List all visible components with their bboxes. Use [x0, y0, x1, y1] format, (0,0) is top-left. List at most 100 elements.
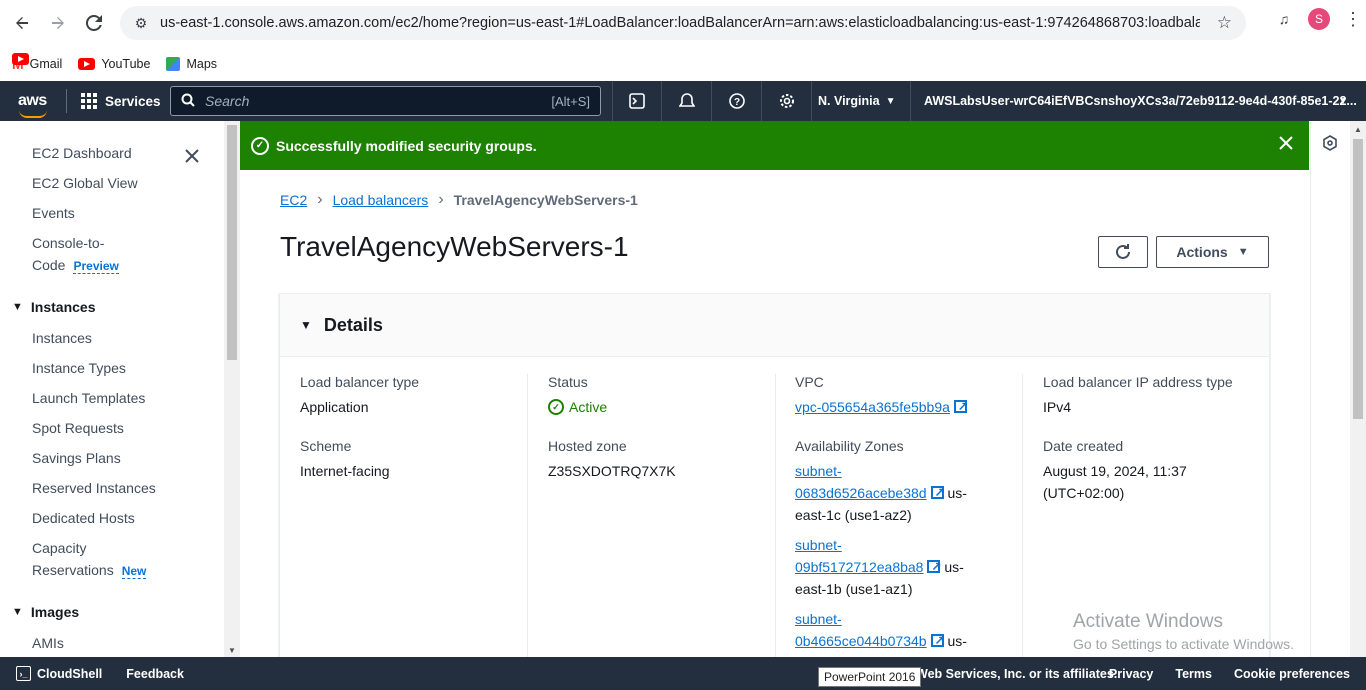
footer-links: Privacy Terms Cookie preferences — [1109, 667, 1350, 681]
youtube-icon — [78, 57, 96, 70]
grid-icon — [81, 93, 97, 109]
privacy-link[interactable]: Privacy — [1109, 667, 1153, 681]
lb-type-value: Application — [300, 399, 369, 415]
section-label: Images — [30, 604, 80, 620]
sidebar-item-console-to-code-line1[interactable]: Console-to- — [32, 235, 104, 251]
breadcrumb: EC2 › Load balancers › TravelAgencyWebSe… — [280, 191, 638, 209]
sidebar-item-ec2-dashboard[interactable]: EC2 Dashboard — [32, 145, 132, 161]
subnet-item: subnet- 0683d6526acebe38d us- east-1c (u… — [795, 460, 1005, 526]
terms-link[interactable]: Terms — [1175, 667, 1212, 681]
sidebar-section-images[interactable]: ▼ Images — [12, 604, 79, 620]
lb-type-key: Load balancer type — [300, 374, 420, 390]
breadcrumb-load-balancers[interactable]: Load balancers — [333, 192, 429, 208]
caret-down-icon: ▼ — [12, 301, 23, 313]
youtube-app-icon[interactable] — [12, 53, 29, 66]
back-icon[interactable] — [4, 5, 40, 41]
sidebar-item-amis[interactable]: AMIs — [32, 635, 64, 651]
main-scrollbar[interactable]: ▲ — [1350, 121, 1366, 657]
sidebar-item-events[interactable]: Events — [32, 205, 75, 221]
info-panel-icon[interactable] — [1322, 135, 1338, 156]
sidebar-item-ec2-global-view[interactable]: EC2 Global View — [32, 175, 138, 191]
breadcrumb-ec2[interactable]: EC2 — [280, 192, 307, 208]
sidebar-item-console-to-code[interactable]: Code Preview — [32, 257, 119, 274]
ip-type-value: IPv4 — [1043, 399, 1072, 415]
details-header[interactable]: ▼ Details — [280, 294, 1269, 357]
help-icon[interactable]: ? — [712, 81, 762, 121]
bookmark-maps[interactable]: Maps — [166, 56, 217, 71]
settings-gear-icon[interactable] — [762, 81, 812, 121]
external-link-icon[interactable] — [930, 629, 945, 651]
subnet-az-suffix: us- — [947, 633, 967, 649]
profile-avatar[interactable]: S — [1308, 8, 1330, 30]
bookmark-star-icon[interactable]: ☆ — [1217, 13, 1232, 33]
sidebar-section-instances[interactable]: ▼ Instances — [12, 299, 95, 315]
scroll-up-icon[interactable]: ▲ — [1354, 125, 1362, 134]
close-sidebar-icon[interactable] — [184, 144, 200, 170]
media-control-icon[interactable]: ♫ — [1274, 9, 1294, 29]
sidebar-item-spot-requests[interactable]: Spot Requests — [32, 420, 124, 436]
scroll-down-icon[interactable]: ▼ — [228, 646, 236, 655]
date-line-1: August 19, 2024, 11:37 — [1043, 463, 1187, 479]
subnet-link[interactable]: 0683d6526acebe38d — [795, 485, 927, 501]
windows-activation-watermark: Activate Windows Go to Settings to activ… — [1073, 611, 1294, 652]
subnet-link-prefix[interactable]: subnet- — [795, 611, 842, 627]
sidebar-item-capacity-line1[interactable]: Capacity — [32, 540, 86, 556]
main-content: ✓ Successfully modified security groups.… — [240, 121, 1350, 657]
url-text[interactable]: us-east-1.console.aws.amazon.com/ec2/hom… — [160, 15, 1200, 31]
feedback-link[interactable]: Feedback — [126, 667, 184, 681]
chevron-right-icon: › — [317, 191, 323, 208]
bookmark-youtube[interactable]: YouTube — [78, 57, 150, 71]
reload-icon[interactable] — [76, 5, 112, 41]
forward-icon[interactable] — [40, 5, 76, 41]
search-input[interactable]: Search [Alt+S] — [170, 86, 601, 116]
services-menu-button[interactable]: Services — [81, 93, 161, 109]
cookie-preferences-link[interactable]: Cookie preferences — [1234, 667, 1350, 681]
svg-text:?: ? — [733, 97, 739, 108]
flash-message: Successfully modified security groups. — [276, 137, 537, 154]
account-menu[interactable]: AWSLabsUser-wrC64iEfVBCsnshoyXCs3a/72eb9… — [910, 81, 1366, 121]
watermark-subtitle: Go to Settings to activate Windows. — [1073, 636, 1294, 652]
ec2-sidebar: EC2 Dashboard EC2 Global View Events Con… — [0, 121, 224, 657]
sidebar-item-capacity-reservations[interactable]: Reservations New — [32, 562, 147, 579]
scrollbar-thumb[interactable] — [227, 125, 237, 360]
bookmark-label: YouTube — [101, 56, 151, 71]
subnet-link[interactable]: 0b4665ce044b0734b — [795, 633, 927, 649]
refresh-button[interactable] — [1098, 236, 1148, 268]
account-label: AWSLabsUser-wrC64iEfVBCsnshoyXCs3a/72eb9… — [924, 94, 1357, 108]
caret-down-icon: ▼ — [1237, 246, 1249, 258]
sidebar-scrollbar[interactable]: ▼ — [224, 121, 240, 657]
external-link-icon[interactable] — [953, 395, 968, 417]
external-link-icon[interactable] — [927, 555, 942, 577]
sidebar-item-reserved-instances[interactable]: Reserved Instances — [32, 480, 156, 496]
right-tool-rail — [1310, 121, 1350, 657]
region-selector[interactable]: N. Virginia ▼ — [806, 81, 911, 121]
close-icon[interactable] — [1279, 133, 1293, 156]
aws-logo[interactable]: aws — [18, 92, 52, 118]
sidebar-item-dedicated-hosts[interactable]: Dedicated Hosts — [32, 510, 135, 526]
subnet-item: subnet- 09bf5172712ea8ba8 us- east-1b (u… — [795, 534, 1005, 600]
sidebar-item-savings-plans[interactable]: Savings Plans — [32, 450, 121, 466]
details-container: ▼ Details Load balancer type Application… — [279, 293, 1270, 657]
success-check-icon: ✓ — [251, 136, 269, 155]
subnet-link-prefix[interactable]: subnet- — [795, 537, 842, 553]
address-bar[interactable]: ⚙ us-east-1.console.aws.amazon.com/ec2/h… — [120, 6, 1246, 40]
sidebar-item-instances[interactable]: Instances — [32, 330, 92, 346]
date-line-2: (UTC+02:00) — [1043, 485, 1125, 501]
sidebar-item-launch-templates[interactable]: Launch Templates — [32, 390, 145, 406]
subnet-link-prefix[interactable]: subnet- — [795, 463, 842, 479]
status-check-icon: ✓ — [548, 399, 564, 415]
cloudshell-button[interactable]: ›_ CloudShell — [16, 666, 102, 681]
chevron-right-icon: › — [438, 191, 444, 208]
notifications-bell-icon[interactable] — [662, 81, 712, 121]
site-settings-icon[interactable]: ⚙ — [132, 14, 150, 32]
cloudshell-icon[interactable] — [612, 81, 662, 121]
vpc-link[interactable]: vpc-055654a365fe5bb9a — [795, 399, 950, 415]
nav-icon-group: ? — [612, 81, 812, 121]
caret-down-icon: ▼ — [1338, 95, 1348, 107]
browser-menu-icon[interactable]: ⋮ — [1344, 9, 1362, 30]
subnet-link[interactable]: 09bf5172712ea8ba8 — [795, 559, 923, 575]
external-link-icon[interactable] — [930, 481, 945, 503]
sidebar-item-instance-types[interactable]: Instance Types — [32, 360, 126, 376]
scrollbar-thumb[interactable] — [1353, 139, 1363, 419]
actions-button[interactable]: Actions ▼ — [1156, 236, 1269, 268]
